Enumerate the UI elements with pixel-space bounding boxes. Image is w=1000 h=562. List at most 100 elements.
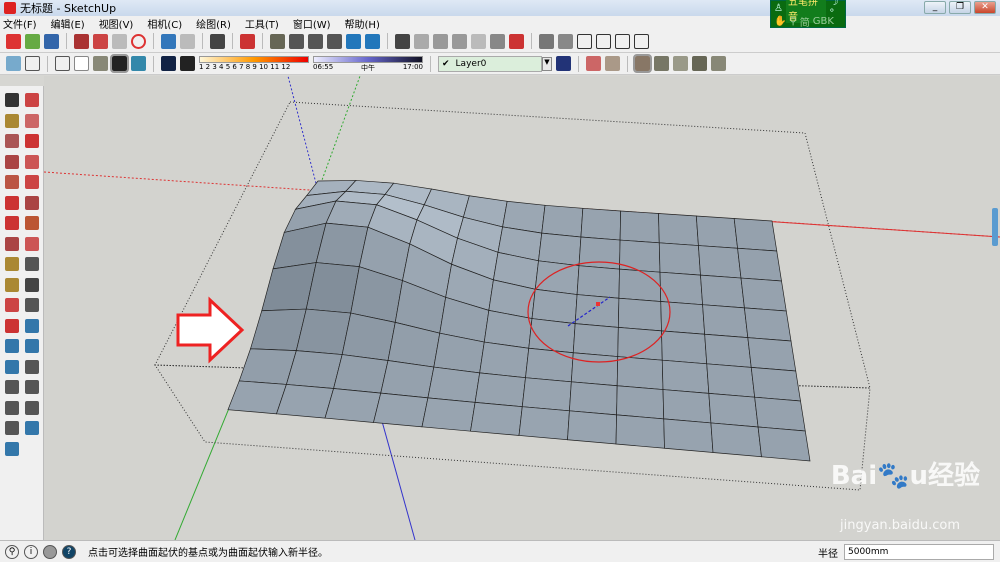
redo-icon[interactable] [180, 33, 195, 49]
orbit-tool-icon[interactable] [5, 318, 19, 333]
month-slider[interactable]: 1 2 3 4 5 6 7 8 9 10 11 12 [199, 55, 309, 73]
display-section-icon[interactable] [605, 56, 620, 71]
zoom-extents-tool-icon[interactable] [5, 359, 19, 374]
shadow-settings-icon[interactable] [161, 56, 176, 71]
freehand-tool-icon[interactable] [25, 175, 39, 189]
chevron-down-icon[interactable]: ▼ [542, 56, 552, 71]
stamp-icon[interactable] [346, 33, 361, 49]
move-tool-icon[interactable] [5, 195, 19, 210]
position-camera-tool-icon[interactable] [5, 380, 19, 394]
make-component-tool-icon[interactable] [25, 93, 39, 107]
flip-edge-icon[interactable] [711, 56, 726, 71]
print-icon[interactable] [210, 33, 225, 49]
menu-help[interactable]: 帮助(H) [345, 16, 380, 31]
undo-icon[interactable] [161, 33, 176, 49]
dimension-tool-icon[interactable] [25, 257, 39, 271]
offset-tool-icon[interactable] [25, 236, 39, 251]
ime-charset[interactable]: GBK [813, 16, 834, 27]
iso-view-icon[interactable] [539, 33, 554, 49]
front-view-icon[interactable] [577, 33, 592, 49]
smoove-tool-icon[interactable] [633, 54, 652, 73]
film-icon[interactable] [509, 33, 524, 49]
add-detail-icon[interactable] [692, 56, 707, 71]
left-view-icon[interactable] [634, 33, 649, 49]
layer-manager-icon[interactable] [556, 56, 571, 71]
menu-edit[interactable]: 编辑(E) [51, 16, 85, 31]
save-icon[interactable] [44, 33, 59, 49]
polygon-tool-icon[interactable] [5, 175, 19, 189]
zoom-window-tool-icon[interactable] [25, 339, 39, 353]
close-button[interactable]: ✕ [974, 1, 996, 14]
layer-select[interactable]: ✔ Layer0 [438, 55, 542, 72]
paint-bucket-tool-icon[interactable] [5, 113, 19, 128]
section-plane-tool-icon[interactable] [25, 400, 39, 415]
minimize-button[interactable]: _ [924, 1, 946, 14]
rectangle-tool-icon[interactable] [5, 134, 19, 148]
zoom-tool-icon[interactable] [5, 339, 19, 353]
extension-warehouse-icon[interactable] [490, 33, 505, 49]
menu-camera[interactable]: 相机(C) [147, 16, 182, 31]
search-icon[interactable]: ⚲ [789, 16, 796, 27]
menu-draw[interactable]: 绘图(R) [196, 16, 231, 31]
model-info-icon[interactable] [240, 33, 255, 49]
open-icon[interactable] [25, 33, 40, 49]
erase-icon[interactable] [131, 33, 146, 49]
vcb-input[interactable]: 5000mm [844, 544, 994, 560]
extension-icon[interactable] [471, 33, 486, 49]
menu-window[interactable]: 窗口(W) [293, 16, 331, 31]
circle-tool-icon[interactable] [5, 154, 19, 169]
tape-measure-tool-icon[interactable] [5, 257, 19, 271]
3d-text-tool-icon[interactable] [25, 298, 39, 312]
back-view-icon[interactable] [615, 33, 630, 49]
cut-icon[interactable] [74, 33, 89, 49]
scale-tool-icon[interactable] [5, 236, 19, 251]
protractor-tool-icon[interactable] [5, 277, 19, 292]
drape-tool-icon[interactable] [673, 56, 688, 71]
text-tool-icon[interactable] [25, 277, 39, 292]
wireframe-icon[interactable] [55, 56, 70, 71]
menu-tools[interactable]: 工具(T) [245, 16, 279, 31]
xray-icon[interactable] [6, 56, 21, 71]
ime-mode[interactable]: 简 [800, 14, 810, 29]
section-plane-icon[interactable] [586, 56, 601, 71]
stamp-tool-icon[interactable] [654, 56, 669, 71]
shadow-toggle-icon[interactable] [180, 56, 195, 71]
push-pull-tool-icon[interactable] [25, 195, 39, 210]
smoove-icon[interactable] [327, 33, 342, 49]
select-tool-icon[interactable] [5, 93, 19, 107]
menu-file[interactable]: 文件(F) [3, 16, 37, 31]
axes-tool-icon[interactable] [5, 298, 19, 312]
user-icon[interactable] [43, 544, 57, 559]
sandbox-stamp-tool-icon[interactable] [25, 421, 39, 435]
sandbox-smoove-tool-icon[interactable] [5, 421, 19, 435]
help-icon[interactable]: ? [62, 544, 76, 559]
pan-tool-icon[interactable] [25, 318, 39, 333]
back-edges-icon[interactable] [25, 56, 40, 71]
arc-tool-icon[interactable] [25, 154, 39, 169]
menu-view[interactable]: 视图(V) [99, 16, 134, 31]
top-view-icon[interactable] [558, 33, 573, 49]
drape-icon[interactable] [365, 33, 380, 49]
rotate-tool-icon[interactable] [5, 216, 19, 230]
hand-icon[interactable]: ✋ [774, 16, 786, 27]
previous-tool-icon[interactable] [25, 359, 39, 374]
follow-me-tool-icon[interactable] [25, 216, 39, 230]
walk-tool-icon[interactable] [5, 400, 19, 415]
copy-icon[interactable] [93, 33, 108, 49]
line-tool-icon[interactable] [25, 134, 39, 148]
paste-icon[interactable] [112, 33, 127, 49]
new-icon[interactable] [6, 33, 21, 49]
monochrome-icon[interactable] [131, 56, 146, 71]
share-component-icon[interactable] [452, 33, 467, 49]
shaded-textures-icon[interactable] [110, 54, 129, 73]
ime-toolbar[interactable]: ♙ 五笔拼音 ☽ ° ✋ ⚲ 简 GBK [770, 0, 846, 29]
time-slider[interactable]: 06:55 中午 17:00 [313, 55, 423, 73]
geolocation-icon[interactable]: ⚲ [5, 544, 19, 559]
sandbox-icon[interactable] [270, 33, 285, 49]
eraser-tool-icon[interactable] [25, 113, 39, 128]
credits-icon[interactable]: i [24, 544, 38, 559]
share-icon[interactable] [433, 33, 448, 49]
right-view-icon[interactable] [596, 33, 611, 49]
sandbox-scratch-icon[interactable] [308, 33, 323, 49]
sandbox-contours-icon[interactable] [289, 33, 304, 49]
